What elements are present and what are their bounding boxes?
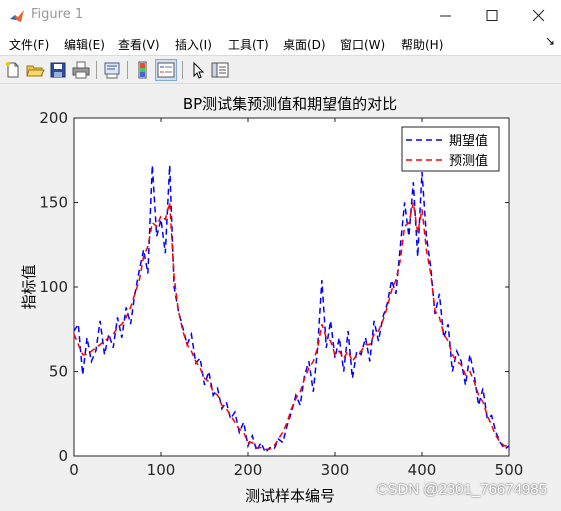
menu-overflow-arrow[interactable]: ↘ [545,34,555,48]
toolbar-separator [127,61,128,79]
open-folder-icon [26,65,45,77]
y-tick-label: 150 [39,194,68,212]
x-axis-label: 测试样本编号 [245,487,335,505]
save-button[interactable] [48,60,68,80]
legend-label-predicted: 预测值 [449,153,488,169]
property-editor-button[interactable] [210,60,230,80]
colorbar-button[interactable] [133,60,153,80]
new-file-button[interactable] [3,60,23,80]
menu-desktop[interactable]: 桌面(D) [283,36,326,53]
figure-canvas: BP测试集预测值和期望值的对比 0 100 200 300 400 500 0 50 100 15… [0,84,561,507]
pointer-button[interactable] [188,60,208,80]
legend-icon [157,62,175,78]
window-titlebar: Figure 1 [0,0,561,31]
save-icon [50,62,66,78]
print-button[interactable] [71,60,91,80]
print-preview-icon [104,62,120,79]
menu-tools[interactable]: 工具(T) [228,36,269,53]
menu-insert[interactable]: 插入(I) [175,36,212,53]
maximize-icon [486,10,498,21]
toolbar-separator [96,61,97,79]
y-tick-label: 100 [39,278,68,296]
menu-help[interactable]: 帮助(H) [401,36,443,53]
close-icon [532,9,545,22]
menu-window[interactable]: 窗口(W) [340,36,385,53]
minimize-icon [440,15,451,17]
chart-title: BP测试集预测值和期望值的对比 [183,95,397,113]
menu-bar: 文件(F) 编辑(E) 查看(V) 插入(I) 工具(T) 桌面(D) 窗口(W… [0,31,561,55]
toolbar [0,55,561,84]
y-tick-label: 50 [49,363,68,381]
x-tick-label: 400 [408,461,437,479]
x-tick-label: 200 [234,461,263,479]
pointer-arrow-icon [193,61,205,79]
matlab-logo-icon [10,10,24,22]
print-icon [72,61,90,79]
legend-label-expected: 期望值 [449,133,488,149]
x-tick-label: 500 [495,461,524,479]
toolbar-separator [182,61,183,79]
menu-edit[interactable]: 编辑(E) [64,36,105,53]
close-button[interactable] [515,0,561,31]
x-tick-label: 100 [147,461,176,479]
plot-area[interactable]: BP测试集预测值和期望值的对比 0 100 200 300 400 500 0 50 100 15… [0,84,561,507]
watermark: CSDN @2301_76674985 [376,481,547,498]
x-tick-label: 0 [69,461,79,479]
menu-view[interactable]: 查看(V) [118,36,160,53]
colorbar-icon [138,61,147,79]
print-preview-button[interactable] [102,60,122,80]
open-file-button[interactable] [25,60,45,80]
legend[interactable]: 期望值 预测值 [401,126,500,172]
maximize-button[interactable] [469,0,515,31]
y-tick-label: 200 [39,109,68,127]
x-tick-label: 300 [321,461,350,479]
y-tick-label: 0 [58,447,68,465]
new-file-icon [6,62,19,78]
minimize-button[interactable] [423,0,469,31]
menu-file[interactable]: 文件(F) [9,36,49,53]
window-title: Figure 1 [31,7,84,22]
y-axis-label: 指标值 [20,264,38,309]
property-editor-icon [211,62,229,78]
legend-button[interactable] [155,59,177,81]
